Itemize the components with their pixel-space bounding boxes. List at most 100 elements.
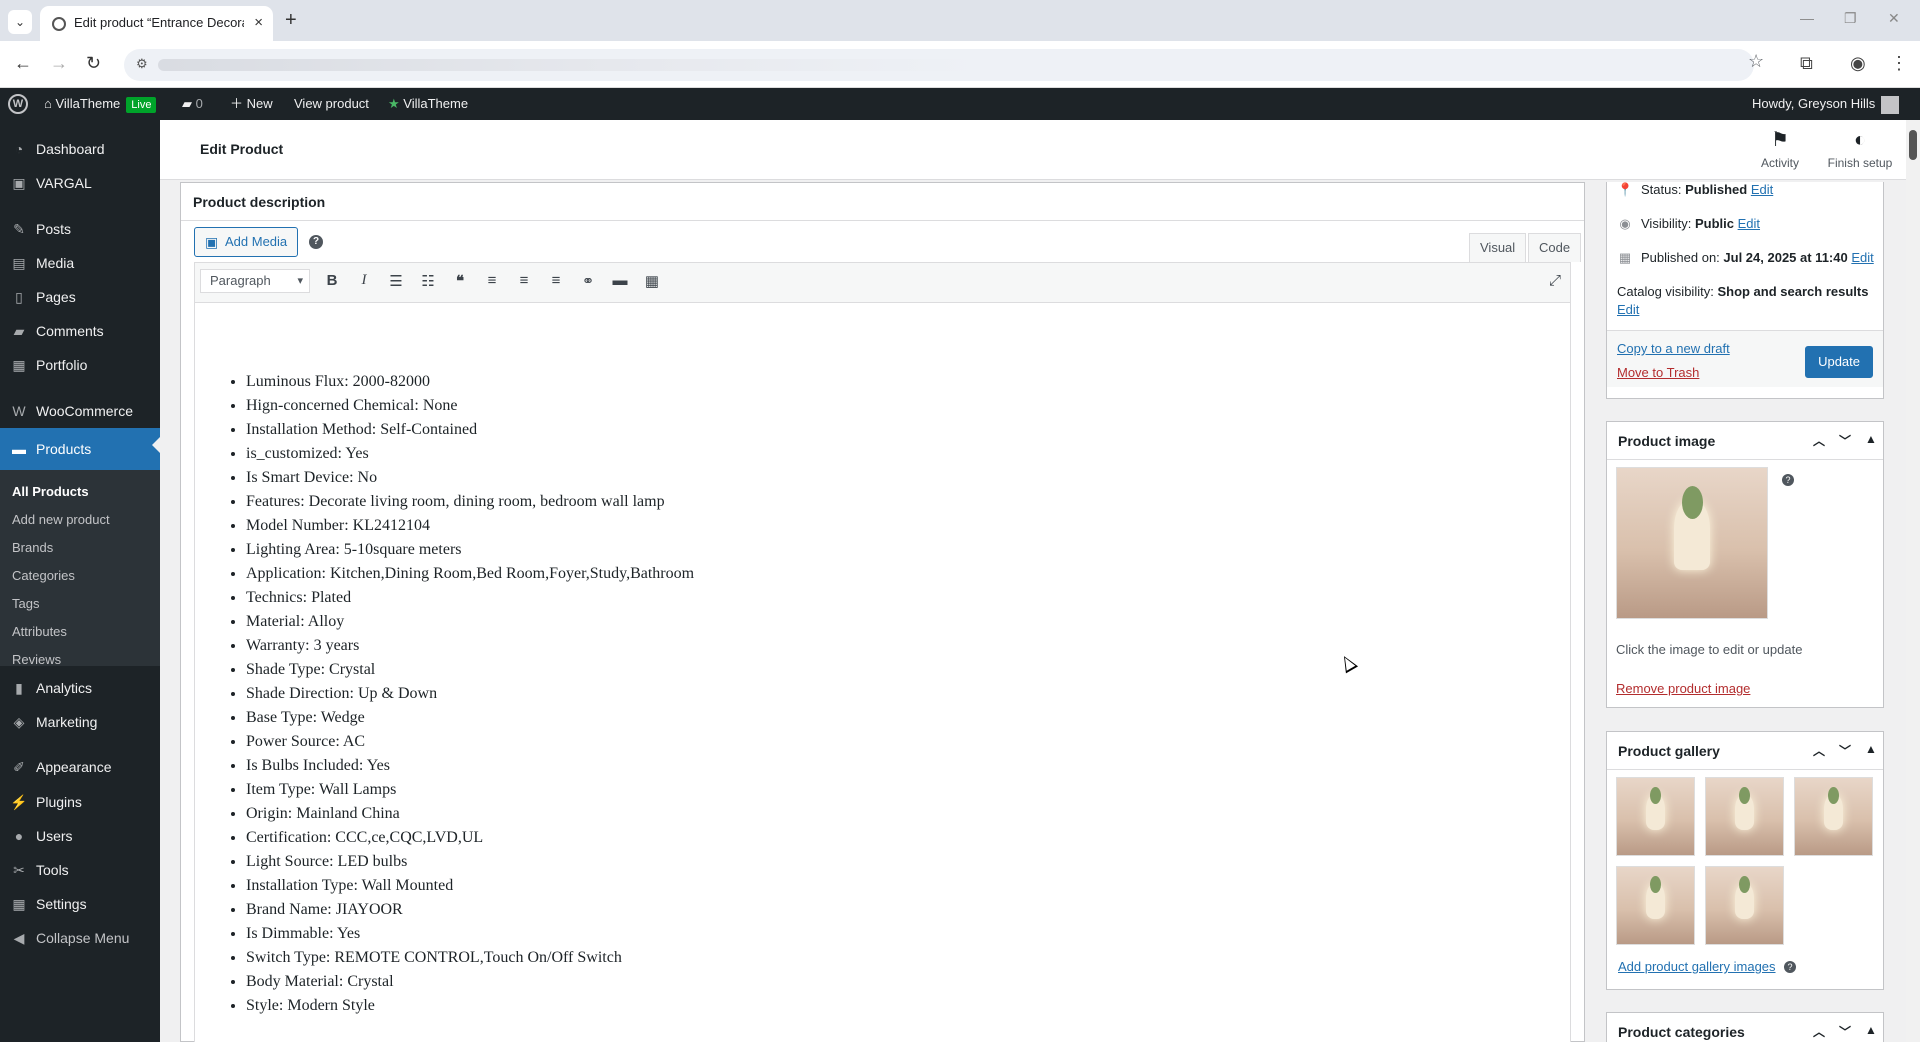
fullscreen-icon[interactable]: ⤢ [1544,272,1566,289]
gallery-thumbnail[interactable] [1705,777,1784,856]
browser-tab[interactable]: Edit product “Entrance Decorat × [40,6,273,41]
move-up-icon[interactable]: ︿ [1813,742,1825,759]
extensions-icon[interactable]: ⧉ [1800,53,1813,74]
submenu-add-new-product[interactable]: Add new product [12,512,110,527]
sidebar-item-dashboard[interactable]: ◔ Dashboard [0,132,160,166]
sidebar-item-woocommerce[interactable]: W WooCommerce [0,394,160,428]
tab-visual[interactable]: Visual [1469,233,1527,262]
move-down-icon[interactable]: ﹀ [1839,432,1851,449]
blockquote-icon[interactable]: ❝ [449,272,471,290]
tab-close-button[interactable]: × [254,14,263,31]
sidebar-item-posts[interactable]: ✎ Posts [0,212,160,246]
remove-image-link[interactable]: Remove product image [1616,681,1750,696]
move-down-icon[interactable]: ﹀ [1839,742,1851,759]
catalog-value: Shop and search results [1717,284,1869,299]
sidebar-collapse-menu[interactable]: ◀ Collapse Menu [0,921,160,955]
product-image-thumbnail[interactable] [1616,467,1768,619]
help-icon[interactable]: ? [309,235,323,249]
minimize-icon[interactable]: — [1800,10,1814,26]
gallery-thumbnail[interactable] [1616,866,1695,945]
help-icon[interactable]: ? [1782,474,1794,486]
gallery-thumbnail[interactable] [1794,777,1873,856]
sidebar-item-products[interactable]: ▬ Products [0,428,160,470]
italic-icon[interactable]: I [353,272,375,289]
published-edit-link[interactable]: Edit [1851,250,1873,265]
bullet-list-icon[interactable]: ☰ [385,272,407,290]
activity-button[interactable]: ⚑ Activity [1740,128,1820,170]
editor-content[interactable]: Luminous Flux: 2000-82000Hign-concerned … [195,304,1570,1042]
move-up-icon[interactable]: ︿ [1813,432,1825,449]
comment-icon: ▰ [182,96,192,111]
sidebar-item-plugins[interactable]: ⚡ Plugins [0,785,160,819]
profile-icon[interactable]: ◉ [1850,53,1866,74]
sidebar-item-portfolio[interactable]: ▦ Portfolio [0,348,160,382]
finish-setup-button[interactable]: ◐ Finish setup [1820,128,1900,170]
help-icon[interactable]: ? [1784,961,1796,973]
submenu-attributes[interactable]: Attributes [12,624,67,639]
catalog-edit-link[interactable]: Edit [1617,302,1639,317]
submenu-reviews[interactable]: Reviews [12,652,61,667]
new-content-link[interactable]: ＋ New [230,88,273,120]
new-tab-button[interactable]: + [285,9,297,32]
sidebar-item-media[interactable]: ▤ Media [0,246,160,280]
sidebar-item-users[interactable]: ● Users [0,819,160,853]
visibility-edit-link[interactable]: Edit [1738,216,1760,231]
submenu-all-products[interactable]: All Products [12,484,89,499]
toggle-panel-icon[interactable]: ▲ [1865,742,1877,756]
villatheme-link[interactable]: ★ VillaTheme [388,88,468,120]
bookmark-star-icon[interactable]: ☆ [1748,51,1764,72]
toolbar-toggle-icon[interactable]: ▦ [641,272,663,290]
comments-link[interactable]: ▰ 0 [182,88,203,120]
sidebar-item-marketing[interactable]: ◈ Marketing [0,705,160,739]
reload-button[interactable]: ↻ [86,53,101,74]
submenu-brands[interactable]: Brands [12,540,53,555]
update-button[interactable]: Update [1805,346,1873,378]
tab-search-chevron-icon[interactable]: ⌄ [8,10,32,34]
gallery-thumbnail[interactable] [1705,866,1784,945]
sidebar-item-pages[interactable]: ▯ Pages [0,280,160,314]
move-trash-link[interactable]: Move to Trash [1617,365,1699,380]
toggle-panel-icon[interactable]: ▲ [1865,432,1877,446]
back-button[interactable]: ← [14,53,32,74]
site-info-icon[interactable]: ⚙ [136,56,148,72]
move-up-icon[interactable]: ︿ [1813,1023,1825,1040]
forward-button[interactable]: → [50,53,68,74]
align-center-icon[interactable]: ≡ [513,272,535,289]
read-more-icon[interactable]: ▬ [609,272,631,289]
page-scrollbar[interactable] [1906,120,1920,1042]
sidebar-item-comments[interactable]: ▰ Comments [0,314,160,348]
tab-code[interactable]: Code [1528,233,1582,262]
browser-menu-icon[interactable]: ⋮ [1890,53,1908,74]
scrollbar-thumb[interactable] [1909,130,1917,160]
site-name-link[interactable]: ⌂ VillaTheme Live [44,88,157,120]
copy-draft-link[interactable]: Copy to a new draft [1617,341,1730,356]
bold-icon[interactable]: B [321,272,343,289]
sidebar-item-analytics[interactable]: ▮ Analytics [0,671,160,705]
move-down-icon[interactable]: ﹀ [1839,1023,1851,1040]
restore-icon[interactable]: ❐ [1844,10,1857,27]
toggle-panel-icon[interactable]: ▲ [1865,1023,1877,1037]
my-account-link[interactable]: Howdy, Greyson Hills [1752,88,1900,120]
submenu-tags[interactable]: Tags [12,596,39,611]
view-product-link[interactable]: View product [294,88,369,120]
sidebar-item-vargal[interactable]: ▣ VARGAL [0,166,160,200]
gallery-thumbnail[interactable] [1616,777,1695,856]
align-left-icon[interactable]: ≡ [481,272,503,289]
address-bar[interactable]: ⚙ [124,49,1754,81]
align-right-icon[interactable]: ≡ [545,272,567,289]
link-icon[interactable]: ⚭ [577,272,599,290]
sidebar-item-settings[interactable]: ▦ Settings [0,887,160,921]
sidebar-item-tools[interactable]: ✂ Tools [0,853,160,887]
status-label: Status: [1641,182,1682,197]
add-media-button[interactable]: Add Media [194,227,299,257]
page-title: Edit Product [200,141,284,157]
sidebar-item-appearance[interactable]: ✐ Appearance [0,750,160,784]
close-window-icon[interactable]: ✕ [1888,10,1900,27]
wordpress-logo-icon[interactable]: W [8,94,28,114]
spec-list-item: Lighting Area: 5-10square meters [246,538,694,562]
numbered-list-icon[interactable]: ☷ [417,272,439,290]
submenu-categories[interactable]: Categories [12,568,75,583]
status-edit-link[interactable]: Edit [1751,182,1773,197]
add-gallery-images-link[interactable]: Add product gallery images [1618,959,1776,974]
format-select[interactable]: Paragraph [200,269,310,293]
